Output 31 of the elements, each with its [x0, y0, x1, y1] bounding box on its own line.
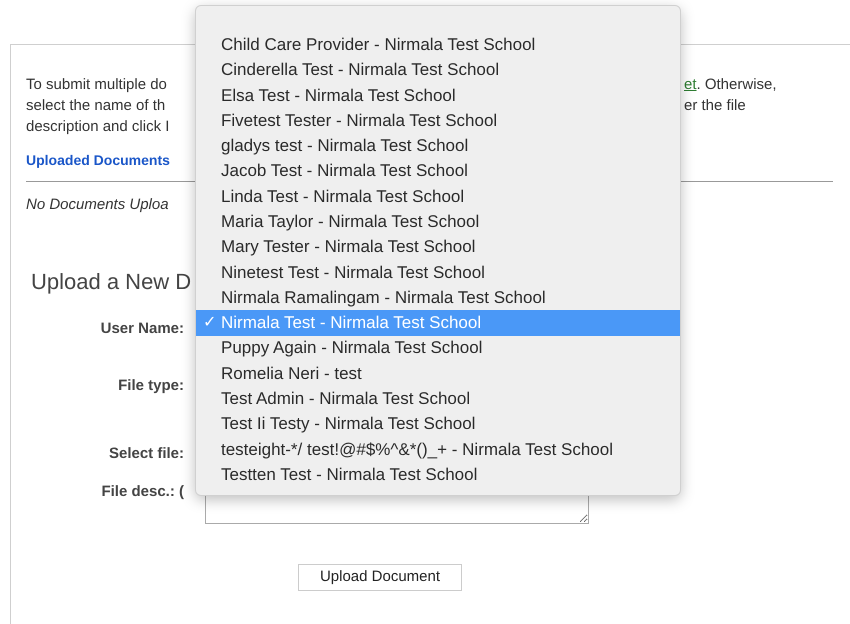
menu-item[interactable]: Test Admin - Nirmala Test School	[196, 386, 680, 412]
field-label: File desc.: (	[101, 482, 184, 502]
intro-text: er the file	[684, 96, 746, 116]
menu-item[interactable]: testeight-*/ test!@#$%^&*()_+ - Nirmala Test School	[196, 436, 680, 462]
menu-item[interactable]: Maria Taylor - Nirmala Test School	[196, 209, 680, 234]
section-heading: Uploaded Documents	[26, 151, 170, 170]
menu-item[interactable]: Linda Test - Nirmala Test School	[196, 184, 680, 210]
intro-text: select the name of th	[26, 96, 166, 116]
menu-item[interactable]: Fivetest Tester - Nirmala Test School	[196, 108, 680, 134]
menu-item[interactable]: Test Ii Testy - Nirmala Test School	[196, 411, 680, 437]
form-heading: Upload a New D	[31, 268, 192, 296]
field-label: Select file:	[108, 444, 184, 464]
menu-item[interactable]: Nirmala Ramalingam - Nirmala Test School	[196, 284, 680, 310]
menu-item[interactable]: Child Care Provider - Nirmala Test School	[196, 32, 680, 58]
menu-item[interactable]: Cinderella Test - Nirmala Test School	[196, 57, 680, 83]
menu-item[interactable]: Mary Tester - Nirmala Test School	[196, 234, 680, 260]
intro-text: et. Otherwise,	[684, 75, 777, 96]
menu-item[interactable]: Puppy Again - Nirmala Test School	[196, 336, 680, 361]
intro-text: To submit multiple do	[26, 75, 168, 96]
field-label: User Name:	[100, 318, 184, 338]
intro-text: description and click I	[26, 117, 170, 138]
menu-item[interactable]: gladys test - Nirmala Test School	[196, 133, 680, 158]
menu-item[interactable]: Jacob Test - Nirmala Test School	[196, 158, 680, 184]
menu-item[interactable]: Romelia Neri - test	[196, 360, 680, 386]
menu-item[interactable]: Ninetest Test - Nirmala Test School	[196, 260, 680, 285]
upload-button[interactable]: Upload Document	[298, 564, 462, 591]
menu-item[interactable]: Elsa Test - Nirmala Test School	[196, 82, 680, 108]
link[interactable]: et	[684, 76, 697, 94]
empty-message: No Documents Uploa	[26, 195, 169, 215]
menu-item[interactable]: Testten Test - Nirmala Test School	[196, 462, 680, 488]
field-label: File type:	[118, 376, 184, 396]
